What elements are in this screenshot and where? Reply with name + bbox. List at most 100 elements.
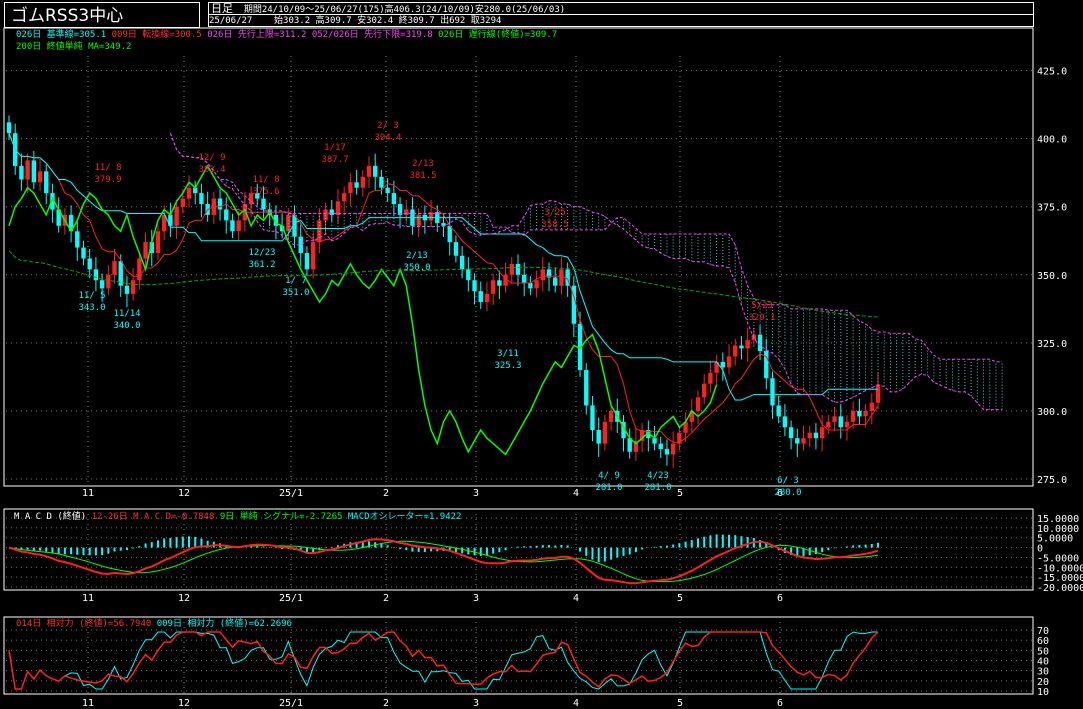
- candle-body: [143, 242, 148, 259]
- x-tick-label: 6: [777, 698, 783, 709]
- candle-body: [857, 410, 862, 417]
- candle-body: [540, 269, 546, 281]
- extreme-value-label: 381.5: [409, 171, 436, 181]
- candle-body: [19, 165, 24, 180]
- extreme-value-label: 379.9: [94, 175, 121, 185]
- candle-body: [745, 340, 750, 349]
- candle-body: [99, 280, 105, 289]
- extreme-value-label: 375.6: [252, 187, 279, 197]
- candle-body: [596, 429, 601, 444]
- candle-body: [459, 255, 465, 270]
- candle-body: [770, 378, 775, 406]
- extreme-value-label: 280.0: [774, 488, 801, 498]
- candle-body: [6, 122, 12, 134]
- extreme-date-label: 6/ 3: [777, 476, 799, 486]
- candle-body: [124, 285, 130, 294]
- candle-body: [385, 187, 390, 194]
- candle-body: [75, 231, 80, 248]
- candle-body: [658, 443, 663, 450]
- x-tick-label: 3: [473, 698, 479, 709]
- rsi-panel-frame: [3, 616, 1034, 695]
- extreme-value-label: 383.4: [198, 165, 225, 175]
- candle-body: [819, 427, 825, 439]
- candle-body: [528, 282, 533, 289]
- candle-body: [521, 274, 527, 283]
- candle-body: [534, 280, 539, 289]
- x-tick-label: 5: [677, 698, 683, 709]
- x-tick-label: 6: [777, 593, 783, 604]
- x-tick-label: 3: [473, 488, 479, 499]
- extreme-date-label: 11/ 8: [252, 175, 279, 185]
- x-tick-label: 11: [82, 593, 94, 604]
- x-tick-label: 25/1: [279, 698, 303, 709]
- candle-body: [447, 225, 452, 243]
- candle-body: [515, 263, 521, 275]
- candle-body: [497, 280, 502, 286]
- candle-body: [664, 449, 670, 455]
- chart-root: ゴムRSS3中心 日足 期間24/10/09～25/06/27(175)高406…: [0, 0, 1083, 709]
- extreme-date-label: 4/ 9: [598, 471, 620, 481]
- price-y-tick-label: 375.0: [1037, 203, 1067, 214]
- candle-body: [702, 383, 707, 398]
- x-tick-label: 2: [383, 593, 389, 604]
- candle-body: [466, 269, 471, 281]
- candle-body: [795, 438, 800, 444]
- macd-histogram: [14, 534, 879, 562]
- candle-body: [44, 171, 49, 194]
- candle-body: [844, 421, 850, 428]
- candle-body: [782, 416, 788, 428]
- x-tick-label: 5: [677, 593, 683, 604]
- candle-body: [695, 397, 701, 411]
- extreme-date-label: 4/23: [647, 471, 669, 481]
- candle-body: [832, 416, 837, 422]
- candle-body: [25, 160, 30, 180]
- candle-body: [708, 372, 713, 384]
- x-tick-label: 2: [383, 488, 389, 499]
- candle-body: [261, 198, 266, 210]
- x-tick-label: 3: [473, 593, 479, 604]
- candle-body: [391, 193, 397, 205]
- extreme-value-label: 281.0: [595, 483, 622, 493]
- extreme-date-label: 11/ 5: [78, 291, 105, 301]
- candle-body: [553, 277, 558, 286]
- extreme-value-label: 351.0: [282, 288, 309, 298]
- candle-body: [310, 242, 316, 270]
- x-tick-label: 11: [82, 698, 94, 709]
- candle-body: [788, 427, 794, 439]
- candle-body: [764, 351, 769, 379]
- price-y-tick-label: 400.0: [1037, 135, 1067, 146]
- extreme-date-label: 11/14: [113, 309, 140, 319]
- candle-body: [354, 182, 359, 188]
- candle-body: [230, 220, 235, 232]
- candle-body: [739, 345, 744, 349]
- candle-body: [379, 176, 384, 188]
- price-y-tick-label: 300.0: [1037, 407, 1067, 418]
- candle-body: [137, 258, 142, 281]
- candle-body: [341, 193, 347, 202]
- chart-svg: 11 12 25/1 2 3 4 5 611 12 25/1 2 3 4 5 611 12 25/1 2 3 4 5 62…: [3, 27, 1083, 709]
- extreme-value-label: 394.4: [374, 133, 401, 143]
- price-y-tick-label: 275.0: [1037, 475, 1067, 486]
- candle-body: [478, 291, 483, 303]
- rsi9-line: [8, 631, 878, 690]
- macd-y-tick-label: -20.0000: [1037, 583, 1083, 594]
- candle-body: [850, 410, 856, 422]
- candle-body: [472, 280, 477, 292]
- candle-body: [838, 416, 843, 428]
- candle-body: [335, 201, 341, 215]
- candle-body: [602, 421, 608, 444]
- x-tick-label: 4: [573, 488, 579, 499]
- extreme-value-label: 281.0: [644, 483, 671, 493]
- price-y-tick-label: 350.0: [1037, 271, 1067, 282]
- senkou-b-line: [169, 133, 1003, 363]
- extreme-date-label: 1/17: [324, 143, 346, 153]
- rsi-y-tick-label: 10: [1037, 687, 1049, 698]
- x-tick-label: 11: [82, 488, 94, 499]
- x-tick-label: 25/1: [279, 593, 303, 604]
- candle-body: [807, 432, 812, 439]
- extreme-value-label: 325.3: [494, 361, 521, 371]
- extreme-date-label: 2/13: [406, 251, 428, 261]
- candle-body: [484, 293, 490, 303]
- candle-body: [490, 280, 496, 294]
- candle-body: [304, 253, 310, 270]
